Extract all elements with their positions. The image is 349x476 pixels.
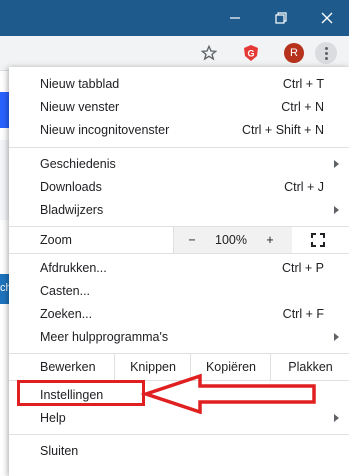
chrome-main-menu: Nieuw tabblad Ctrl + T Nieuw venster Ctr…: [9, 67, 349, 476]
zoom-level-value: 100%: [209, 227, 253, 253]
zoom-out-button[interactable]: −: [179, 227, 205, 253]
menu-item-label: Casten...: [40, 283, 91, 298]
submenu-arrow-icon: [334, 414, 339, 422]
menu-item-shortcut: Ctrl + J: [284, 179, 324, 194]
minimize-icon[interactable]: [215, 0, 255, 36]
menu-item-label: Help: [40, 410, 66, 425]
submenu-arrow-icon: [334, 206, 339, 214]
menu-divider: [9, 147, 349, 148]
fullscreen-icon: [311, 233, 325, 247]
menu-item-label: Zoeken...: [40, 306, 93, 321]
window-title-bar: [0, 0, 349, 36]
extension-badge-text: G: [247, 49, 254, 59]
zoom-in-button[interactable]: +: [257, 227, 283, 253]
avatar: R: [284, 43, 304, 63]
menu-divider: [9, 434, 349, 435]
menu-item-new-window[interactable]: Nieuw venster Ctrl + N: [9, 95, 349, 118]
more-vertical-icon: [315, 42, 337, 64]
menu-divider: [9, 253, 349, 254]
menu-item-bookmarks[interactable]: Bladwijzers: [9, 198, 349, 221]
menu-item-label: Downloads: [40, 179, 102, 194]
menu-item-shortcut: Ctrl + T: [282, 76, 324, 91]
menu-item-label: Sluiten: [40, 443, 79, 458]
menu-item-label: Geschiedenis: [40, 156, 116, 171]
menu-item-label: Bladwijzers: [40, 202, 104, 217]
star-icon[interactable]: [197, 41, 221, 65]
menu-zoom-row: Zoom − 100% +: [9, 227, 349, 253]
menu-item-new-incognito[interactable]: Nieuw incognitovenster Ctrl + Shift + N: [9, 118, 349, 141]
menu-item-shortcut: Ctrl + Shift + N: [242, 122, 324, 137]
more-menu-button[interactable]: [314, 41, 338, 65]
menu-item-print[interactable]: Afdrukken... Ctrl + P: [9, 256, 349, 279]
annotation-arrow-icon: [140, 373, 316, 414]
menu-item-shortcut: Ctrl + N: [281, 99, 324, 114]
zoom-plus-label: +: [266, 233, 274, 247]
close-icon[interactable]: [307, 0, 347, 36]
menu-item-find[interactable]: Zoeken... Ctrl + F: [9, 302, 349, 325]
menu-item-exit[interactable]: Sluiten: [9, 439, 349, 462]
menu-item-shortcut: Ctrl + P: [281, 260, 324, 275]
menu-item-label: Meer hulpprogramma's: [40, 329, 169, 344]
menu-item-label: Afdrukken...: [40, 260, 107, 275]
zoom-label: Zoom: [40, 233, 72, 247]
annotation-highlight-box: [17, 380, 145, 406]
extension-shield-icon[interactable]: G: [239, 41, 263, 65]
menu-item-cast[interactable]: Casten...: [9, 279, 349, 302]
menu-item-history[interactable]: Geschiedenis: [9, 152, 349, 175]
restore-icon[interactable]: [261, 0, 301, 36]
zoom-value: 100%: [215, 233, 247, 247]
zoom-minus-label: −: [188, 233, 196, 247]
menu-item-downloads[interactable]: Downloads Ctrl + J: [9, 175, 349, 198]
fullscreen-button[interactable]: [305, 227, 331, 253]
menu-item-new-tab[interactable]: Nieuw tabblad Ctrl + T: [9, 72, 349, 95]
submenu-arrow-icon: [334, 333, 339, 341]
menu-item-label: Nieuw incognitovenster: [40, 122, 170, 137]
menu-item-more-tools[interactable]: Meer hulpprogramma's: [9, 325, 349, 348]
edit-label: Bewerken: [40, 360, 96, 374]
submenu-arrow-icon: [334, 160, 339, 168]
profile-avatar-button[interactable]: R: [282, 41, 306, 65]
browser-toolbar: G R: [0, 36, 349, 71]
menu-item-label: Nieuw tabblad: [40, 76, 120, 91]
menu-item-label: Nieuw venster: [40, 99, 120, 114]
menu-item-shortcut: Ctrl + F: [282, 306, 324, 321]
